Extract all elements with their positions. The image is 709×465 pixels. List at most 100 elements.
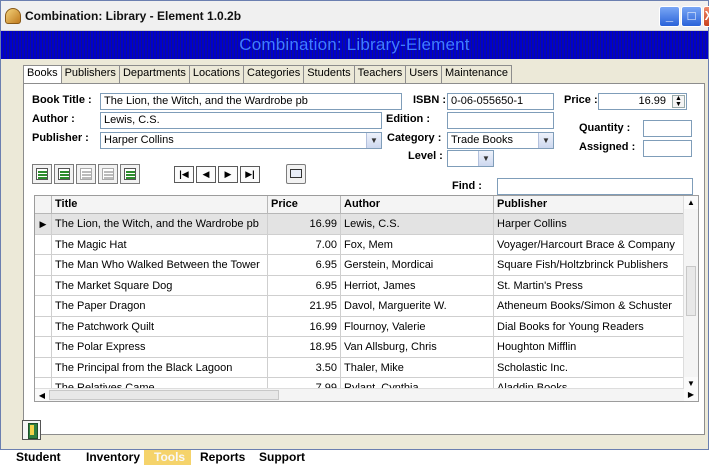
chevron-down-icon[interactable]: ▼: [478, 151, 493, 166]
first-record-button[interactable]: |◀: [174, 166, 194, 183]
cell-publisher[interactable]: Square Fish/Holtzbrinck Publishers: [494, 255, 685, 276]
column-price[interactable]: Price: [268, 196, 341, 214]
price-field[interactable]: 16.99 ▲ ▼: [598, 93, 687, 110]
cell-publisher[interactable]: Harper Collins: [494, 214, 685, 235]
cell-price[interactable]: 21.95: [268, 296, 341, 317]
cell-author[interactable]: Flournoy, Valerie: [341, 316, 494, 337]
edition-field[interactable]: [447, 112, 554, 129]
table-row[interactable]: The Polar Express 18.95 Van Allsburg, Ch…: [35, 337, 685, 358]
add-record-button[interactable]: [32, 164, 52, 184]
cell-publisher[interactable]: Houghton Mifflin: [494, 337, 685, 358]
table-row[interactable]: The Market Square Dog 6.95 Herriot, Jame…: [35, 275, 685, 296]
row-selector[interactable]: [35, 296, 52, 317]
tab-teachers[interactable]: Teachers: [354, 65, 407, 83]
scroll-up-icon[interactable]: ▲: [684, 196, 698, 209]
bottom-tab-support[interactable]: Support: [249, 450, 311, 465]
table-row[interactable]: ▶ The Lion, the Witch, and the Wardrobe …: [35, 214, 685, 235]
quantity-field[interactable]: [643, 120, 692, 137]
exit-door-button[interactable]: [22, 420, 41, 440]
prev-record-button[interactable]: ◀: [196, 166, 216, 183]
cell-publisher[interactable]: Voyager/Harcourt Brace & Company: [494, 234, 685, 255]
book-title-field[interactable]: The Lion, the Witch, and the Wardrobe pb: [100, 93, 402, 110]
column-title[interactable]: Title: [52, 196, 268, 214]
table-row[interactable]: The Man Who Walked Between the Tower 6.9…: [35, 255, 685, 276]
chevron-down-icon[interactable]: ▼: [538, 133, 553, 148]
cell-author[interactable]: Van Allsburg, Chris: [341, 337, 494, 358]
bottom-tab-inventory[interactable]: Inventory: [76, 450, 146, 465]
table-row[interactable]: The Principal from the Black Lagoon 3.50…: [35, 357, 685, 378]
tab-publishers[interactable]: Publishers: [61, 65, 120, 83]
cell-price[interactable]: 3.50: [268, 357, 341, 378]
edit-record-button[interactable]: [54, 164, 74, 184]
cell-publisher[interactable]: St. Martin's Press: [494, 275, 685, 296]
undo-record-button[interactable]: [98, 164, 118, 184]
cell-author[interactable]: Lewis, C.S.: [341, 214, 494, 235]
table-row[interactable]: The Paper Dragon 21.95 Davol, Marguerite…: [35, 296, 685, 317]
cell-title[interactable]: The Principal from the Black Lagoon: [52, 357, 268, 378]
next-record-button[interactable]: ▶: [218, 166, 238, 183]
tab-students[interactable]: Students: [304, 65, 355, 83]
publisher-select[interactable]: Harper Collins ▼: [100, 132, 382, 149]
cell-title[interactable]: The Lion, the Witch, and the Wardrobe pb: [52, 214, 268, 235]
row-selector[interactable]: [35, 234, 52, 255]
cell-title[interactable]: The Magic Hat: [52, 234, 268, 255]
isbn-field[interactable]: 0-06-055650-1: [447, 93, 554, 110]
level-select[interactable]: ▼: [447, 150, 494, 167]
cell-title[interactable]: The Polar Express: [52, 337, 268, 358]
table-row[interactable]: The Patchwork Quilt 16.99 Flournoy, Vale…: [35, 316, 685, 337]
print-button[interactable]: [286, 164, 306, 184]
cell-title[interactable]: The Paper Dragon: [52, 296, 268, 317]
tab-categories[interactable]: Categories: [244, 65, 305, 83]
scroll-thumb[interactable]: [686, 266, 696, 316]
bottom-tab-reports[interactable]: Reports: [190, 450, 251, 465]
cell-publisher[interactable]: Atheneum Books/Simon & Schuster: [494, 296, 685, 317]
row-selector[interactable]: [35, 255, 52, 276]
chevron-down-icon[interactable]: ▼: [366, 133, 381, 148]
cell-author[interactable]: Davol, Marguerite W.: [341, 296, 494, 317]
cell-title[interactable]: The Patchwork Quilt: [52, 316, 268, 337]
cell-author[interactable]: Thaler, Mike: [341, 357, 494, 378]
last-record-button[interactable]: ▶|: [240, 166, 260, 183]
scroll-left-icon[interactable]: ◀: [35, 389, 49, 401]
cell-publisher[interactable]: Scholastic Inc.: [494, 357, 685, 378]
author-field[interactable]: Lewis, C.S.: [100, 112, 382, 129]
tab-departments[interactable]: Departments: [119, 65, 190, 83]
cell-price[interactable]: 16.99: [268, 316, 341, 337]
cell-price[interactable]: 6.95: [268, 275, 341, 296]
price-spin-icon[interactable]: ▲ ▼: [672, 95, 685, 108]
close-button[interactable]: X: [703, 6, 709, 27]
cell-price[interactable]: 6.95: [268, 255, 341, 276]
row-selector[interactable]: [35, 316, 52, 337]
cell-title[interactable]: The Man Who Walked Between the Tower: [52, 255, 268, 276]
vertical-scrollbar[interactable]: ▲ ▼: [683, 196, 698, 401]
maximize-button[interactable]: □: [681, 6, 702, 27]
cell-author[interactable]: Fox, Mem: [341, 234, 494, 255]
row-selector[interactable]: [35, 275, 52, 296]
row-selector[interactable]: [35, 357, 52, 378]
cell-publisher[interactable]: Dial Books for Young Readers: [494, 316, 685, 337]
column-author[interactable]: Author: [341, 196, 494, 214]
horizontal-scrollbar[interactable]: ◀: [35, 388, 685, 401]
cell-price[interactable]: 18.95: [268, 337, 341, 358]
tab-books[interactable]: Books: [23, 65, 62, 84]
minimize-button[interactable]: _: [659, 6, 680, 27]
table-row[interactable]: The Magic Hat 7.00 Fox, Mem Voyager/Harc…: [35, 234, 685, 255]
bottom-tab-student[interactable]: Student: [6, 450, 67, 465]
title-bar[interactable]: Combination: Library - Element 1.0.2b _ …: [1, 1, 709, 31]
cell-author[interactable]: Herriot, James: [341, 275, 494, 296]
save-record-button[interactable]: [76, 164, 96, 184]
cell-title[interactable]: The Market Square Dog: [52, 275, 268, 296]
cell-price[interactable]: 7.00: [268, 234, 341, 255]
find-input[interactable]: [497, 178, 693, 195]
category-select[interactable]: Trade Books ▼: [447, 132, 554, 149]
assigned-field[interactable]: [643, 140, 692, 157]
cell-price[interactable]: 16.99: [268, 214, 341, 235]
bottom-tab-tools[interactable]: Tools: [144, 450, 192, 465]
hscroll-thumb[interactable]: [49, 390, 279, 400]
scroll-right-icon[interactable]: ▶: [684, 388, 698, 401]
tab-maintenance[interactable]: Maintenance: [442, 65, 513, 83]
tab-locations[interactable]: Locations: [189, 65, 245, 83]
row-selector[interactable]: [35, 337, 52, 358]
cell-author[interactable]: Gerstein, Mordicai: [341, 255, 494, 276]
column-publisher[interactable]: Publisher: [494, 196, 685, 214]
